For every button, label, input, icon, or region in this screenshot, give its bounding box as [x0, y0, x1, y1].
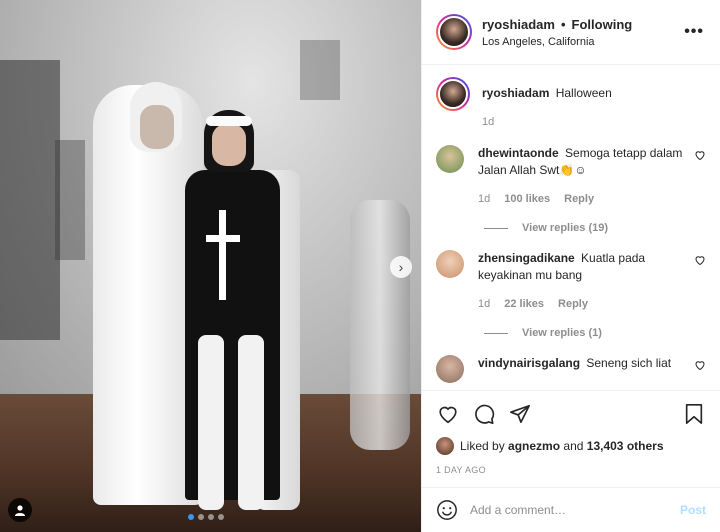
- likes-others[interactable]: 13,403 others: [587, 439, 664, 453]
- carousel-dot: [188, 514, 194, 520]
- post-actions: Liked by agnezmo and 13,403 others 1 DAY…: [422, 390, 720, 487]
- comment-time: 1d: [478, 193, 491, 205]
- reply-button[interactable]: Reply: [564, 191, 594, 208]
- caption-avatar[interactable]: [436, 77, 470, 111]
- comment-avatar[interactable]: [436, 250, 464, 278]
- list-item: zhensingadikane Kuatla pada keyakinan mu…: [436, 250, 706, 313]
- caption-text: Halloween: [555, 86, 612, 100]
- comment-time: 1d: [478, 298, 491, 310]
- author-avatar[interactable]: [436, 14, 472, 50]
- post-timestamp[interactable]: 1 DAY AGO: [436, 465, 706, 475]
- heart-icon[interactable]: [694, 254, 706, 266]
- photo-figure-nun-boot: [238, 335, 264, 510]
- more-options-button[interactable]: •••: [682, 23, 706, 41]
- post-header: ryoshiadam • Following Los Angeles, Cali…: [422, 0, 720, 65]
- likes-conj: and: [563, 439, 584, 453]
- comment-avatar[interactable]: [436, 355, 464, 383]
- liker-username[interactable]: agnezmo: [508, 439, 560, 453]
- comment-likes[interactable]: 22 likes: [504, 296, 544, 313]
- author-username[interactable]: ryoshiadam: [482, 17, 555, 32]
- instagram-post-modal: › ryoshiadam • Following Los Angeles, Ca…: [0, 0, 720, 532]
- more-horizontal-icon: •••: [684, 23, 704, 40]
- caption-username[interactable]: ryoshiadam: [482, 86, 549, 100]
- tagged-users-button[interactable]: [8, 498, 32, 522]
- comments-list[interactable]: ryoshiadam Halloween 1d dhewintaonde Sem…: [422, 65, 720, 390]
- comment-icon: [475, 404, 495, 424]
- carousel-next-button[interactable]: ›: [390, 256, 412, 278]
- photo-glitch: [0, 60, 60, 340]
- heart-icon[interactable]: [694, 359, 706, 371]
- carousel-dot: [198, 514, 204, 520]
- carousel-dot: [208, 514, 214, 520]
- photo-figure-nun-band: [206, 116, 252, 126]
- share-button[interactable]: [508, 402, 532, 426]
- comment-input[interactable]: [470, 503, 680, 517]
- caption: ryoshiadam Halloween 1d: [436, 77, 706, 131]
- comment-username[interactable]: dhewintaonde: [478, 146, 559, 160]
- save-button[interactable]: [682, 402, 706, 426]
- post-sidebar: ryoshiadam • Following Los Angeles, Cali…: [421, 0, 720, 532]
- emoji-icon[interactable]: [436, 499, 458, 521]
- user-icon: [15, 505, 25, 516]
- photo-cross-vertical: [219, 210, 226, 300]
- photo-figure-nun-boot: [198, 335, 224, 510]
- heart-icon: [439, 406, 457, 424]
- photo-figure-man-face: [140, 105, 174, 149]
- photo-cross-horizontal: [206, 235, 240, 242]
- comment-button[interactable]: [472, 402, 496, 426]
- list-item: dhewintaonde Semoga tetapp dalam Jalan A…: [436, 145, 706, 208]
- carousel-dot: [218, 514, 224, 520]
- like-button[interactable]: [436, 402, 460, 426]
- photo-figure-nun-face: [212, 124, 246, 166]
- post-photo[interactable]: ›: [0, 0, 421, 532]
- comment-avatar[interactable]: [436, 145, 464, 173]
- heart-icon[interactable]: [694, 149, 706, 161]
- carousel-indicator: [188, 514, 224, 520]
- post-location[interactable]: Los Angeles, California: [482, 36, 682, 48]
- comment-likes[interactable]: 100 likes: [504, 191, 550, 208]
- chevron-right-icon: ›: [398, 259, 404, 275]
- liker-avatar[interactable]: [436, 437, 454, 455]
- header-separator: •: [560, 16, 566, 32]
- comment-text: Seneng sich liat: [586, 356, 672, 370]
- comment-username[interactable]: zhensingadikane: [478, 251, 575, 265]
- photo-glitch: [300, 40, 340, 100]
- post-button[interactable]: Post: [680, 503, 706, 517]
- following-button[interactable]: Following: [572, 17, 633, 32]
- caption-time: 1d: [482, 116, 495, 128]
- likes-summary: Liked by agnezmo and 13,403 others: [436, 437, 706, 455]
- photo-glitch: [55, 140, 85, 260]
- view-replies-button[interactable]: View replies (1): [484, 327, 706, 339]
- share-icon: [510, 404, 530, 424]
- bookmark-icon: [685, 404, 703, 424]
- reply-button[interactable]: Reply: [558, 296, 588, 313]
- photo-reflection: [350, 200, 410, 450]
- list-item: vindynairisgalang Seneng sich liat: [436, 355, 706, 383]
- likes-prefix: Liked by: [460, 439, 505, 453]
- comment-username[interactable]: vindynairisgalang: [478, 356, 580, 370]
- add-comment-bar: Post: [422, 487, 720, 532]
- view-replies-button[interactable]: View replies (19): [484, 222, 706, 234]
